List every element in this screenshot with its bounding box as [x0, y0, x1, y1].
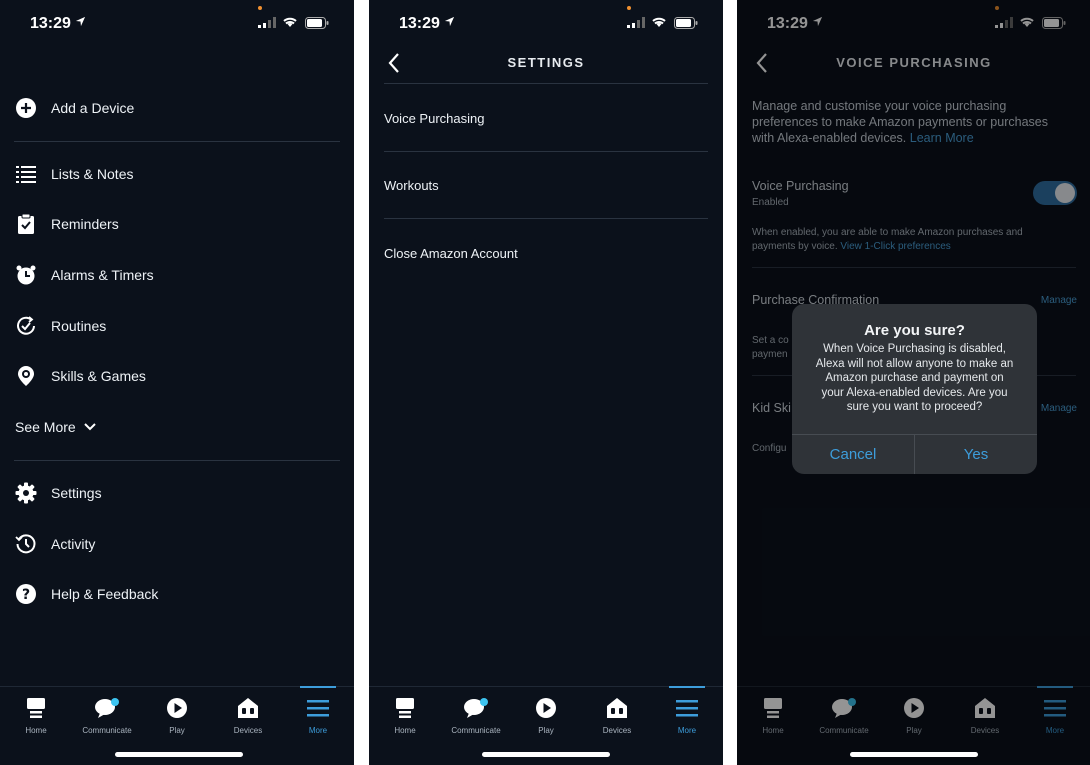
tab-play[interactable]: Play	[511, 695, 581, 735]
tab-more[interactable]: More	[652, 686, 722, 735]
home-indicator[interactable]	[850, 752, 978, 757]
active-tab-indicator	[669, 686, 705, 688]
signal-icon	[627, 17, 645, 28]
play-icon	[167, 698, 187, 718]
menu-divider	[14, 460, 340, 461]
wifi-icon	[652, 17, 666, 27]
row-divider	[384, 151, 708, 152]
menu-item-add-device[interactable]: Add a Device	[14, 93, 134, 123]
signal-icon	[258, 17, 276, 28]
svg-text:?: ?	[22, 587, 30, 603]
settings-screen: 13:29 SETTINGS Voice Purchasing Workouts…	[369, 0, 723, 765]
plus-circle-icon	[14, 96, 38, 120]
cancel-button[interactable]: Cancel	[792, 434, 914, 474]
help-icon: ?	[14, 582, 38, 606]
yes-button[interactable]: Yes	[915, 434, 1037, 474]
status-time: 13:29	[399, 15, 440, 32]
chat-bubble-icon	[95, 698, 119, 718]
tab-play[interactable]: Play	[142, 695, 212, 735]
dialog-message: When Voice Purchasing is disabled, Alexa…	[815, 343, 1014, 413]
home-indicator[interactable]	[115, 752, 243, 757]
location-pin-icon	[14, 364, 38, 388]
status-bar: 13:29	[0, 0, 354, 48]
home-icon	[27, 698, 45, 718]
hamburger-menu-icon	[307, 700, 329, 717]
menu-item-skills-games[interactable]: Skills & Games	[14, 361, 146, 391]
menu-item-lists-notes[interactable]: Lists & Notes	[14, 159, 133, 189]
page-title: SETTINGS	[507, 55, 585, 70]
more-menu-screen: 13:29 Add a Device Lists & Notes Reminde…	[0, 0, 354, 765]
clipboard-check-icon	[14, 212, 38, 236]
routine-check-icon	[14, 314, 38, 338]
dialog-title: Are you sure?	[864, 322, 965, 339]
tab-home[interactable]: Home	[370, 695, 440, 735]
history-icon	[14, 532, 38, 556]
header-divider	[384, 83, 708, 84]
menu-divider	[14, 141, 340, 142]
devices-house-icon	[238, 698, 258, 718]
menu-item-routines[interactable]: Routines	[14, 311, 106, 341]
wifi-icon	[283, 17, 297, 27]
see-more-toggle[interactable]: See More	[15, 412, 96, 442]
menu-item-activity[interactable]: Activity	[14, 529, 95, 559]
confirm-dialog: Are you sure? When Voice Purchasing is d…	[792, 304, 1037, 474]
tab-home[interactable]: Home	[1, 695, 71, 735]
devices-house-icon	[607, 698, 627, 718]
tab-devices[interactable]: Devices	[582, 695, 652, 735]
location-arrow-icon	[75, 16, 86, 27]
list-icon	[14, 162, 38, 186]
privacy-dot	[258, 6, 262, 10]
tab-devices[interactable]: Devices	[213, 695, 283, 735]
battery-icon	[674, 17, 698, 29]
settings-row-workouts[interactable]: Workouts	[384, 178, 439, 193]
gear-icon	[14, 481, 38, 505]
home-indicator[interactable]	[482, 752, 610, 757]
settings-row-close-amazon-account[interactable]: Close Amazon Account	[384, 246, 518, 261]
tab-more[interactable]: More	[283, 686, 353, 735]
settings-row-voice-purchasing[interactable]: Voice Purchasing	[384, 111, 484, 126]
tab-communicate[interactable]: Communicate	[441, 695, 511, 735]
menu-item-reminders[interactable]: Reminders	[14, 209, 119, 239]
privacy-dot	[627, 6, 631, 10]
chat-bubble-icon	[464, 698, 488, 718]
voice-purchasing-screen: 13:29 VOICE PURCHASING Manage and custom…	[737, 0, 1090, 765]
hamburger-menu-icon	[676, 700, 698, 717]
status-bar: 13:29	[369, 0, 723, 48]
menu-item-settings[interactable]: Settings	[14, 478, 102, 508]
battery-icon	[305, 17, 329, 29]
menu-item-help-feedback[interactable]: ? Help & Feedback	[14, 579, 158, 609]
status-time: 13:29	[30, 15, 71, 32]
play-icon	[536, 698, 556, 718]
active-tab-indicator	[300, 686, 336, 688]
row-divider	[384, 218, 708, 219]
alarm-clock-icon	[14, 263, 38, 287]
menu-item-alarms-timers[interactable]: Alarms & Timers	[14, 260, 154, 290]
chevron-down-icon	[83, 423, 96, 431]
tab-communicate[interactable]: Communicate	[72, 695, 142, 735]
home-icon	[396, 698, 414, 718]
location-arrow-icon	[444, 16, 455, 27]
